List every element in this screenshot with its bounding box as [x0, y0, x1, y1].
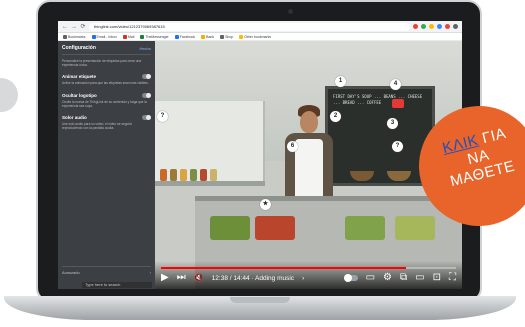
setting-label: Animar etiquete [62, 74, 97, 80]
extension-icon[interactable] [421, 24, 426, 29]
settings-intro-text: Personalice la presentación de etiquetas… [62, 59, 142, 68]
bookmark-item[interactable]: TheMessenger [140, 34, 169, 39]
bookmark-favicon-icon [63, 34, 67, 39]
fullscreen-icon[interactable]: ⛶ [449, 271, 456, 285]
hide-logo-toggle[interactable] [142, 92, 151, 98]
audio-only-toggle[interactable] [142, 115, 151, 121]
theater-mode-icon[interactable]: ▭ [415, 271, 424, 285]
extension-icons [413, 24, 458, 29]
setting-audio-only: Solor audio Use solo audio para su vídeo… [62, 115, 151, 130]
autoplay-toggle[interactable] [343, 274, 358, 282]
tag-marker-2[interactable]: 2 [330, 111, 341, 122]
mute-icon[interactable]: 🔇 [194, 271, 204, 285]
video-veg-box [255, 216, 295, 240]
browser-toolbar: ← → ⟳ thinglink.com/video/12123790693876… [58, 21, 462, 33]
tag-marker-4[interactable]: 4 [390, 79, 401, 90]
bookmark-favicon-icon [91, 34, 96, 39]
control-row: ▶ ⏭ 🔇 12:38 / 14:44 · Adding music › ▭ ⚙… [161, 271, 456, 285]
setting-description: Oculte la marca de ThingLink de su conte… [62, 99, 147, 108]
chevron-right-icon: › [149, 270, 151, 275]
video-player[interactable]: FIRST DAY'S SOUP ... BEANS ... CHEESE ..… [155, 41, 462, 289]
bookmark-item[interactable]: Bookmarks [63, 34, 86, 39]
bookmark-label: Shop [225, 34, 234, 39]
sidebar-header: Configuración Hecho [62, 45, 151, 55]
setting-description: Use solo audio para su vídeo; el vídeo s… [62, 122, 132, 131]
youtube-tag-marker[interactable] [392, 99, 404, 108]
setting-label: Solor audio [62, 115, 87, 121]
bookmark-item[interactable]: Facebook [174, 34, 196, 39]
play-icon[interactable]: ▶ [161, 271, 169, 285]
taskbar-search[interactable]: Type here to search [82, 282, 152, 288]
miniplayer-icon[interactable]: ⧉ [400, 271, 407, 285]
bookmarks-bar: Bookmarks Email - Inbox Mail TheMessenger Fa… [58, 33, 462, 41]
extension-icon[interactable] [445, 24, 450, 29]
bookmark-item[interactable]: Other bookmarks [239, 34, 272, 39]
bookmark-item[interactable]: Mail [122, 34, 135, 39]
video-veg-box [345, 216, 385, 240]
tag-marker-6[interactable]: 6 [287, 141, 298, 152]
badge-text: ΚΛΙΚ ΓΙΑ ΝΑ ΜΑΘΕΤΕ [426, 121, 525, 193]
animate-tags-toggle[interactable] [142, 74, 151, 80]
advanced-settings-link[interactable]: Avanzado › [62, 266, 151, 275]
forward-icon[interactable]: → [71, 24, 77, 30]
setting-description: Active la animación para que las etiquet… [62, 81, 149, 86]
progress-bar[interactable] [161, 267, 456, 269]
settings-intro: Personalice la presentación de etiquetas… [62, 59, 151, 67]
bookmark-favicon-icon [122, 34, 127, 39]
subtitles-icon[interactable]: ▭ [366, 271, 375, 285]
cast-icon[interactable]: ⊡ [433, 271, 441, 285]
laptop-base-notch [230, 297, 290, 303]
webcam [288, 9, 293, 14]
bookmark-label: Other bookmarks [244, 34, 272, 39]
reload-icon[interactable]: ⟳ [80, 23, 86, 30]
extension-icon[interactable] [413, 24, 418, 29]
bookmark-favicon-icon [174, 34, 179, 39]
setting-label: Ocultar logotipo [62, 92, 97, 98]
laptop-screen: ← → ⟳ thinglink.com/video/12123790693876… [58, 21, 462, 289]
bookmark-label: Email - Inbox [96, 34, 117, 39]
done-button[interactable]: Hecho [139, 46, 151, 51]
video-controls: ▶ ⏭ 🔇 12:38 / 14:44 · Adding music › ▭ ⚙… [155, 261, 462, 289]
video-veg-box [210, 216, 250, 240]
time-display: 12:38 / 14:44 · Adding music [211, 274, 295, 282]
bookmark-favicon-icon [201, 34, 206, 39]
advanced-label: Avanzado [62, 270, 80, 275]
next-icon[interactable]: ⏭ [177, 271, 186, 285]
extension-icon[interactable] [429, 24, 434, 29]
page-content: Configuración Hecho Personalice la prese… [58, 41, 462, 289]
bookmark-favicon-icon [239, 34, 244, 39]
extension-icon[interactable] [437, 24, 442, 29]
question-marker[interactable]: ? [392, 141, 403, 152]
bookmark-item[interactable]: Shop [220, 34, 234, 39]
setting-animate-tags: Animar etiquete Active la animación para… [62, 74, 151, 85]
settings-sidebar: Configuración Hecho Personalice la prese… [58, 41, 155, 289]
tag-marker-1[interactable]: 1 [335, 76, 346, 87]
chapter-chevron-icon[interactable]: › [302, 275, 304, 282]
setting-hide-logo: Ocultar logotipo Oculte la marca de Thin… [62, 92, 151, 108]
progress-fill [161, 267, 406, 269]
extension-icon[interactable] [453, 24, 458, 29]
video-chef-head [300, 111, 318, 133]
decorative-left-shape [0, 78, 18, 112]
bookmark-favicon-icon [220, 34, 225, 39]
video-shelf [155, 181, 265, 186]
bookmark-label: TheMessenger [145, 34, 169, 39]
star-marker[interactable]: ★ [260, 199, 271, 210]
video-jars [160, 169, 217, 181]
question-marker[interactable]: ? [157, 111, 168, 122]
bookmark-label: Facebook [179, 34, 196, 39]
bookmark-label: Mail [127, 34, 135, 39]
video-veg-box [395, 216, 435, 240]
settings-icon[interactable]: ⚙ [383, 271, 392, 285]
back-icon[interactable]: ← [62, 24, 68, 30]
tag-marker-3[interactable]: 3 [387, 118, 398, 129]
bookmark-item[interactable]: Email - Inbox [91, 34, 117, 39]
sidebar-title: Configuración [62, 45, 96, 51]
bookmark-label: Bank [206, 34, 215, 39]
bookmark-label: Bookmarks [68, 34, 86, 39]
bookmark-item[interactable]: Bank [201, 34, 215, 39]
address-bar[interactable]: thinglink.com/video/1212379069387615 [89, 22, 410, 31]
bookmark-favicon-icon [140, 34, 145, 39]
